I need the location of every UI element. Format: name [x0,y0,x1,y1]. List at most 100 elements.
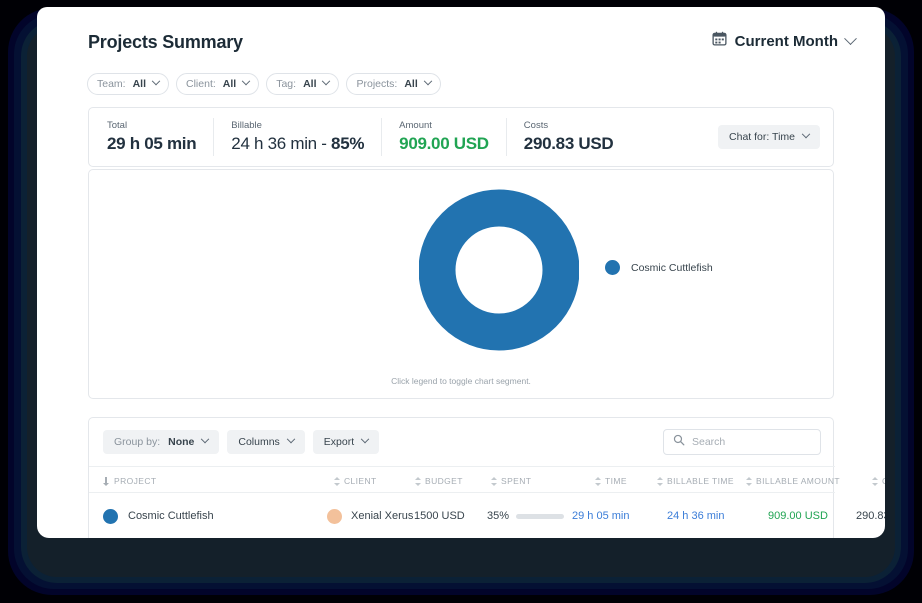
search-placeholder: Search [692,436,726,448]
donut-chart: Cosmic Cuttlefish [89,180,835,360]
page-title: Projects Summary [88,32,243,52]
page-header: Projects Summary Current Month [37,7,885,63]
chat-for-label: Chat for: Time [729,131,795,143]
stat-amount: Amount 909.00 USD [382,118,507,156]
cell-billable-amount: 909.00 USD [768,510,828,522]
cell-client-name: Xenial Xerus [351,510,414,522]
cell-project-name: Cosmic Cuttlefish [128,510,214,522]
search-icon [673,433,685,451]
cell-costs: 290.83 USD [856,510,885,522]
sort-none-icon [657,476,663,486]
group-by-button[interactable]: Group by: None [103,430,220,454]
table-header-row: PROJECT CLIENT BUDGET SPENT TIME BILLABL… [89,466,885,492]
filter-team[interactable]: Team: All [87,73,170,95]
cell-time[interactable]: 29 h 05 min [572,510,629,522]
sort-none-icon [872,476,878,486]
column-header-spent[interactable]: SPENT [491,476,531,486]
date-range-picker[interactable]: Current Month [712,31,857,51]
chart-panel: Cosmic Cuttlefish Click legend to toggle… [88,169,834,399]
column-header-budget-label: BUDGET [425,476,463,486]
filter-team-prefix: Team: [97,78,126,90]
column-header-spent-label: SPENT [501,476,532,486]
column-header-time-label: TIME [605,476,627,486]
table-toolbar: Group by: None Columns Export Search [89,418,835,466]
chevron-down-icon [360,434,370,444]
sort-none-icon [595,476,601,486]
stat-amount-label: Amount [399,120,432,131]
filter-bar: Team: All Client: All Tag: All Projects: All [87,73,441,95]
stat-billable-label: Billable [231,120,262,131]
filter-tag[interactable]: Tag: All [266,73,340,95]
filter-projects-value: All [404,78,418,90]
column-header-billable-amount-label: BILLABLE AMOUNT [756,476,840,486]
stat-total: Total 29 h 05 min [89,118,215,156]
sort-none-icon [491,476,497,486]
export-button[interactable]: Export [312,430,380,454]
search-input[interactable]: Search [663,429,821,455]
column-header-client-label: CLIENT [344,476,377,486]
columns-button[interactable]: Columns [227,430,305,454]
chevron-down-icon [322,76,331,86]
calendar-icon [712,31,727,51]
chevron-down-icon [201,434,210,444]
column-header-project[interactable]: PROJECT [103,476,156,486]
project-color-dot [103,508,118,524]
app-card: Projects Summary Current Month Team: All… [37,7,885,538]
column-header-billable-amount[interactable]: BILLABLE AMOUNT [746,476,840,486]
date-range-label: Current Month [734,32,838,50]
client-color-dot [327,508,342,524]
stat-billable-percent: 85% [331,134,365,153]
filter-projects[interactable]: Projects: All [346,73,441,95]
chart-hint-text: Click legend to toggle chart segment. [391,376,531,386]
chat-for-button[interactable]: Chat for: Time [718,125,820,149]
legend-label: Cosmic Cuttlefish [631,261,713,274]
column-header-billable-time[interactable]: BILLABLE TIME [657,476,734,486]
stat-costs-label: Costs [523,120,549,131]
chevron-down-icon [801,129,811,139]
stat-costs: Costs 290.83 USD [507,118,631,156]
sort-none-icon [334,476,340,486]
chevron-down-icon [286,434,296,444]
cell-spent: 35% [487,510,565,522]
export-label: Export [323,436,355,448]
filter-client-value: All [222,78,237,90]
chart-legend-item-cosmic-cuttlefish[interactable]: Cosmic Cuttlefish [605,260,713,275]
spent-progress-bar [516,513,565,519]
stat-total-label: Total [107,120,128,131]
filter-tag-prefix: Tag: [276,78,297,90]
stat-amount-value: 909.00 USD [399,134,489,153]
cell-spent-percent: 35% [487,510,510,522]
stat-total-value: 29 h 05 min [107,134,197,153]
column-header-budget[interactable]: BUDGET [415,476,463,486]
column-header-client[interactable]: CLIENT [334,476,377,486]
stat-billable: Billable 24 h 36 min - 85% [214,118,383,156]
stat-billable-time: 24 h 36 min - [231,134,332,153]
chevron-down-icon [151,76,161,86]
projects-table-panel: Group by: None Columns Export Search PRO… [88,417,885,538]
donut-chart-svg[interactable] [419,188,579,352]
column-header-billable-time-label: BILLABLE TIME [667,476,734,486]
stat-billable-value: 24 h 36 min - 85% [231,134,364,154]
columns-label: Columns [238,436,280,448]
table-row[interactable]: Cosmic Cuttlefish Xenial Xerus 1500 USD … [89,492,885,538]
chevron-down-icon [423,76,433,86]
filter-tag-value: All [303,78,317,90]
stat-costs-value: 290.83 USD [523,134,614,153]
column-header-project-label: PROJECT [114,476,157,486]
sort-desc-icon [103,476,110,486]
legend-color-swatch [605,260,620,275]
filter-team-value: All [132,78,147,90]
chevron-down-icon [844,31,857,45]
sort-none-icon [746,476,752,486]
chevron-down-icon [241,76,251,86]
filter-projects-prefix: Projects: [356,78,398,90]
filter-client-prefix: Client: [186,78,216,90]
cell-project[interactable]: Cosmic Cuttlefish [103,508,214,524]
group-by-prefix: Group by: [114,436,161,448]
column-header-time[interactable]: TIME [595,476,627,486]
column-header-costs-label: COSTS [882,476,885,486]
column-header-costs[interactable]: COSTS [872,476,885,486]
cell-billable-time[interactable]: 24 h 36 min [667,510,724,522]
filter-client[interactable]: Client: All [176,73,260,95]
screen: Projects Summary Current Month Team: All… [0,0,922,603]
